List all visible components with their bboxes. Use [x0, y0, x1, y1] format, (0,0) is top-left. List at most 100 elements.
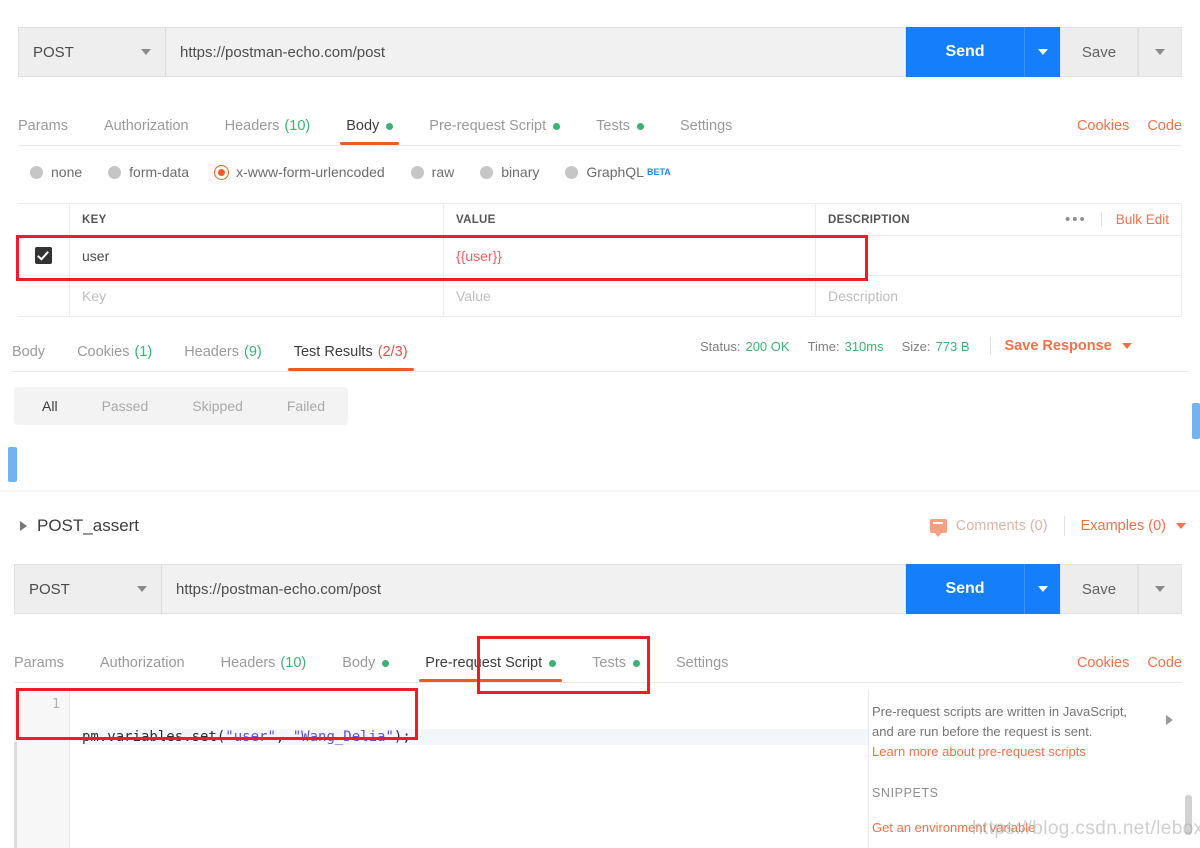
tab-headers-bottom[interactable]: Headers (10)	[221, 655, 307, 682]
row-key-cell-empty[interactable]: Key	[70, 276, 444, 316]
pre-request-script-editor[interactable]: 1 pm.variables.set("user", "Wang_Delia")…	[14, 690, 869, 848]
more-options-icon[interactable]: •••	[1055, 212, 1102, 227]
response-tab-cookies[interactable]: Cookies (1)	[77, 344, 152, 371]
tab-authorization-top[interactable]: Authorization	[104, 118, 189, 145]
radio-icon	[108, 165, 122, 179]
response-tab-body[interactable]: Body	[12, 344, 45, 371]
http-method-selector-top[interactable]: POST	[18, 27, 166, 77]
editor-gutter: 1	[14, 690, 70, 848]
send-options-button-top[interactable]	[1024, 27, 1060, 77]
row-key-placeholder: Key	[82, 288, 107, 304]
response-tab-test-results[interactable]: Test Results (2/3)	[287, 344, 414, 371]
body-type-x-www-form-urlencoded[interactable]: x-www-form-urlencoded	[215, 164, 385, 180]
row-value-placeholder: Value	[456, 288, 491, 304]
snippets-title: SNIPPETS	[872, 786, 939, 801]
tab-label: Body	[12, 344, 46, 360]
filter-failed[interactable]: Failed	[265, 387, 347, 425]
tab-pre-request-script-bottom[interactable]: Pre-request Script	[419, 655, 562, 682]
http-method-selector-bottom[interactable]: POST	[14, 564, 162, 614]
radio-icon	[410, 165, 424, 179]
tab-body-top[interactable]: Body	[340, 118, 400, 145]
row-checkbox[interactable]	[35, 247, 52, 264]
body-type-binary[interactable]: binary	[480, 164, 539, 180]
divider	[989, 337, 991, 355]
help-learn-more-link[interactable]: Learn more about pre-request scripts	[872, 742, 1184, 762]
tab-params-top[interactable]: Params	[18, 118, 68, 145]
request-name-header: POST_assert Comments (0) Examples (0)	[20, 510, 1200, 542]
code-token-mid: ,	[275, 729, 293, 745]
filter-skipped[interactable]: Skipped	[170, 387, 265, 425]
chevron-down-icon[interactable]	[1121, 343, 1132, 349]
row-description-cell-empty[interactable]: Description	[816, 276, 1181, 316]
save-button-bottom[interactable]: Save	[1060, 564, 1138, 614]
send-button-top[interactable]: Send	[906, 27, 1024, 77]
body-type-form-data[interactable]: form-data	[108, 164, 189, 180]
body-type-label: none	[51, 164, 83, 180]
tab-label: Body	[346, 118, 380, 134]
send-options-button-bottom[interactable]	[1024, 564, 1060, 614]
request-url-input-bottom[interactable]: https://postman-echo.com/post	[162, 564, 906, 614]
tab-headers-top[interactable]: Headers (10)	[225, 118, 311, 145]
header-check-cell	[18, 204, 70, 235]
body-type-raw[interactable]: raw	[410, 164, 454, 180]
comments-label[interactable]: Comments (0)	[956, 518, 1048, 534]
response-tab-headers[interactable]: Headers (9)	[184, 344, 262, 371]
collapse-help-panel-icon[interactable]	[1166, 715, 1173, 725]
tab-pre-request-script-top[interactable]: Pre-request Script	[429, 118, 561, 145]
expand-collapse-icon[interactable]	[20, 521, 27, 531]
body-type-radio-group: none form-data x-www-form-urlencoded raw…	[30, 155, 1180, 189]
tab-label: Pre-request Script	[429, 118, 547, 134]
chevron-down-icon	[1037, 586, 1048, 592]
tab-tests-bottom[interactable]: Tests	[592, 655, 640, 682]
size-value: 773 B	[935, 338, 970, 354]
code-link-top[interactable]: Code	[1147, 118, 1182, 134]
tab-label: Authorization	[103, 118, 189, 134]
body-type-none[interactable]: none	[30, 164, 82, 180]
filter-passed[interactable]: Passed	[80, 387, 171, 425]
row-value-cell-empty[interactable]: Value	[444, 276, 816, 316]
save-options-button-bottom[interactable]	[1138, 564, 1182, 614]
send-button-bottom[interactable]: Send	[906, 564, 1024, 614]
chevron-down-icon	[137, 586, 147, 592]
tab-count: (9)	[244, 344, 262, 360]
comment-icon[interactable]	[929, 519, 947, 537]
save-response-button[interactable]: Save Response	[1005, 338, 1112, 354]
save-options-button-top[interactable]	[1138, 27, 1182, 77]
status-dot-icon	[636, 123, 644, 130]
left-edge-marker	[8, 447, 17, 482]
chevron-down-icon[interactable]	[1176, 523, 1186, 529]
tab-authorization-bottom[interactable]: Authorization	[100, 655, 185, 682]
tab-settings-bottom[interactable]: Settings	[676, 655, 728, 682]
examples-label[interactable]: Examples (0)	[1081, 518, 1166, 534]
status-dot-icon	[632, 660, 640, 667]
header-description-cell: DESCRIPTION ••• Bulk Edit	[816, 204, 1181, 235]
table-row-empty[interactable]: Key Value Description	[18, 276, 1181, 316]
tab-body-bottom[interactable]: Body	[342, 655, 390, 682]
tab-settings-top[interactable]: Settings	[680, 118, 732, 145]
request-tabs-bottom-actions: Cookies Code	[1059, 655, 1182, 682]
row-key-cell[interactable]: user	[70, 236, 444, 275]
request-tabs-top-actions: Cookies Code	[1059, 118, 1182, 145]
tab-tests-top[interactable]: Tests	[596, 118, 644, 145]
cookies-link-top[interactable]: Cookies	[1077, 118, 1129, 134]
code-token-prefix: pm.variables.set(	[82, 729, 226, 745]
filter-all[interactable]: All	[20, 387, 80, 425]
time-value: 310ms	[844, 338, 884, 354]
request-url-bar-bottom: POST https://postman-echo.com/post Send …	[14, 564, 1182, 614]
bulk-edit-link[interactable]: Bulk Edit	[1102, 212, 1169, 227]
header-key-label: KEY	[82, 213, 107, 226]
save-button-top[interactable]: Save	[1060, 27, 1138, 77]
form-urlencoded-table: KEY VALUE DESCRIPTION ••• Bulk Edit user	[18, 203, 1182, 317]
postman-app-window: POST https://postman-echo.com/post Send …	[0, 0, 1200, 848]
code-link-bottom[interactable]: Code	[1147, 655, 1182, 671]
http-method-label-bottom: POST	[29, 580, 70, 598]
tab-params-bottom[interactable]: Params	[14, 655, 64, 682]
table-row[interactable]: user {{user}}	[18, 236, 1181, 276]
row-value-cell[interactable]: {{user}}	[444, 236, 816, 275]
editor-code-area[interactable]: pm.variables.set("user", "Wang_Delia");	[70, 690, 868, 848]
body-type-graphql[interactable]: GraphQL BETA	[565, 164, 671, 180]
cookies-link-bottom[interactable]: Cookies	[1077, 655, 1129, 671]
row-description-cell[interactable]	[816, 236, 1181, 275]
tab-label: Params	[18, 118, 68, 134]
request-url-input-top[interactable]: https://postman-echo.com/post	[166, 27, 906, 77]
